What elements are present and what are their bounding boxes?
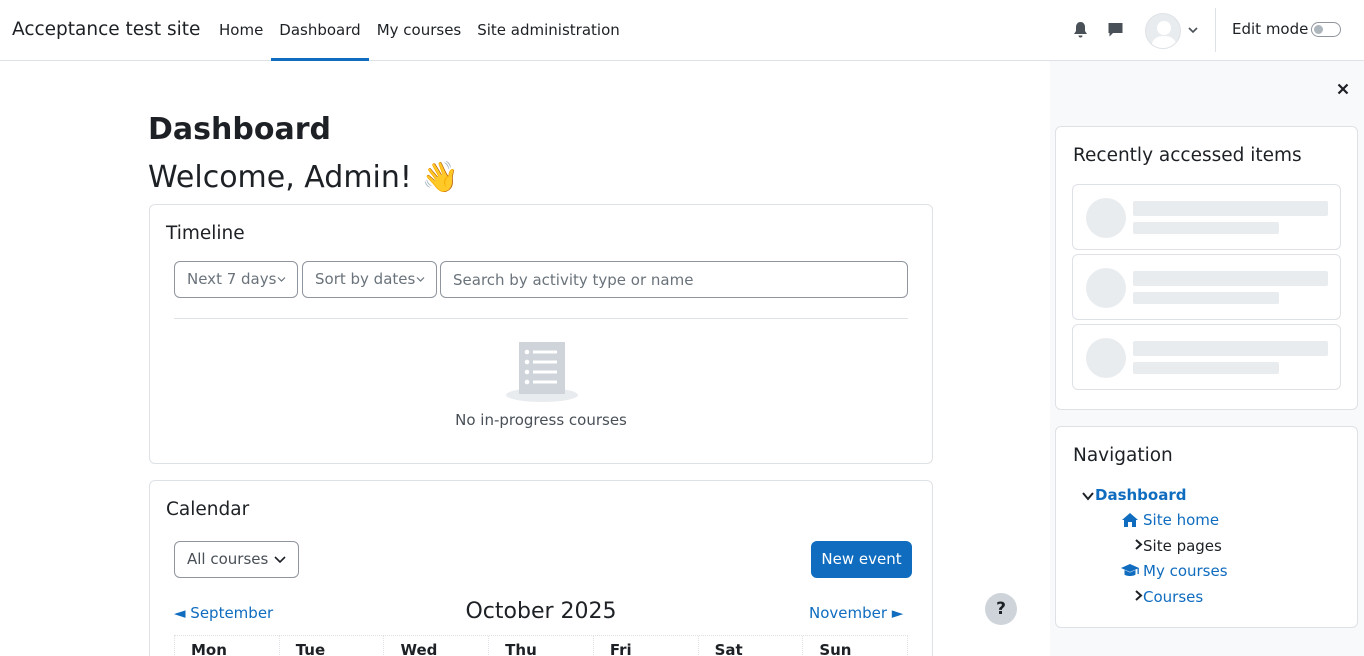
bell-icon[interactable] xyxy=(1072,21,1089,39)
chevron-down-icon xyxy=(274,556,286,564)
right-block-drawer: Recently accessed items Navigation Dashb… xyxy=(1050,61,1364,656)
empty-courses-message: No in-progress courses xyxy=(455,411,627,429)
weekday-fri: Fri xyxy=(592,636,698,656)
weekday-mon: Mon xyxy=(174,636,279,656)
edit-mode-label: Edit mode xyxy=(1232,20,1309,38)
navigation-block: Navigation Dashboard Site home Site page… xyxy=(1055,426,1358,628)
placeholder-line xyxy=(1133,222,1279,234)
nav-tree-courses[interactable]: Courses xyxy=(1143,588,1203,606)
calendar-title: Calendar xyxy=(166,499,250,520)
empty-courses-icon xyxy=(506,342,578,402)
nav-tree-site-pages[interactable]: Site pages xyxy=(1143,537,1222,555)
timeline-search-input[interactable] xyxy=(440,261,908,298)
nav-tree-site-home[interactable]: Site home xyxy=(1143,511,1219,529)
user-silhouette-icon xyxy=(1151,21,1177,48)
sort-filter-label: Sort by dates xyxy=(315,270,416,288)
weekday-sun: Sun xyxy=(802,636,909,656)
weekday-tue: Tue xyxy=(278,636,384,656)
weekday-header-row: Mon Tue Wed Thu Fri Sat Sun xyxy=(174,635,909,656)
site-brand[interactable]: Acceptance test site xyxy=(12,19,200,40)
chevron-down-icon[interactable] xyxy=(1187,25,1199,35)
nav-tree-my-courses[interactable]: My courses xyxy=(1143,562,1228,580)
timeline-title: Timeline xyxy=(166,223,245,244)
chat-icon[interactable] xyxy=(1107,22,1124,38)
course-filter-dropdown[interactable]: All courses xyxy=(174,541,299,578)
weekday-thu: Thu xyxy=(488,636,593,656)
calendar-block: Calendar All courses New event ◄ Septemb… xyxy=(149,480,933,656)
graduation-cap-icon xyxy=(1121,564,1139,576)
placeholder-line xyxy=(1133,292,1279,304)
placeholder-item xyxy=(1072,254,1341,320)
toggle-knob xyxy=(1314,25,1323,34)
edit-mode-toggle[interactable] xyxy=(1311,22,1341,37)
navigation-title: Navigation xyxy=(1073,445,1173,466)
weekday-wed: Wed xyxy=(383,636,488,656)
nav-site-administration[interactable]: Site administration xyxy=(469,0,628,60)
welcome-message: Welcome, Admin! 👋 xyxy=(148,160,459,195)
timeline-block: Timeline Next 7 days Sort by dates No in… xyxy=(149,204,933,464)
chevron-down-icon xyxy=(416,277,425,282)
chevron-right-icon[interactable] xyxy=(1133,589,1143,602)
recently-accessed-block: Recently accessed items xyxy=(1055,126,1358,410)
nav-home[interactable]: Home xyxy=(211,0,271,60)
navbar-divider xyxy=(1215,8,1216,52)
chevron-right-icon[interactable] xyxy=(1133,538,1143,551)
placeholder-avatar xyxy=(1086,338,1126,378)
placeholder-avatar xyxy=(1086,268,1126,308)
placeholder-item xyxy=(1072,324,1341,390)
avatar[interactable] xyxy=(1145,13,1181,49)
top-navbar: Acceptance test site Home Dashboard My c… xyxy=(0,0,1364,61)
page-title: Dashboard xyxy=(148,112,331,147)
course-filter-label: All courses xyxy=(187,550,269,568)
primary-navigation: Home Dashboard My courses Site administr… xyxy=(211,0,628,61)
close-icon[interactable] xyxy=(1335,81,1351,97)
placeholder-avatar xyxy=(1086,198,1126,238)
chevron-down-icon[interactable] xyxy=(1081,490,1095,502)
new-event-button[interactable]: New event xyxy=(811,541,912,578)
nav-my-courses[interactable]: My courses xyxy=(369,0,470,60)
day-filter-dropdown[interactable]: Next 7 days xyxy=(174,261,298,298)
timeline-divider xyxy=(174,318,908,319)
home-icon xyxy=(1122,513,1138,527)
placeholder-line xyxy=(1133,201,1328,216)
placeholder-line xyxy=(1133,362,1279,374)
day-filter-label: Next 7 days xyxy=(187,270,277,288)
placeholder-line xyxy=(1133,341,1328,356)
nav-tree-dashboard[interactable]: Dashboard xyxy=(1095,486,1186,504)
next-month-link[interactable]: November ► xyxy=(809,604,903,622)
help-button[interactable]: ? xyxy=(985,593,1017,625)
placeholder-line xyxy=(1133,271,1328,286)
nav-dashboard[interactable]: Dashboard xyxy=(271,0,370,61)
placeholder-item xyxy=(1072,184,1341,250)
weekday-sat: Sat xyxy=(697,636,803,656)
recently-accessed-title: Recently accessed items xyxy=(1073,145,1302,166)
sort-filter-dropdown[interactable]: Sort by dates xyxy=(302,261,437,298)
chevron-down-icon xyxy=(277,277,286,282)
